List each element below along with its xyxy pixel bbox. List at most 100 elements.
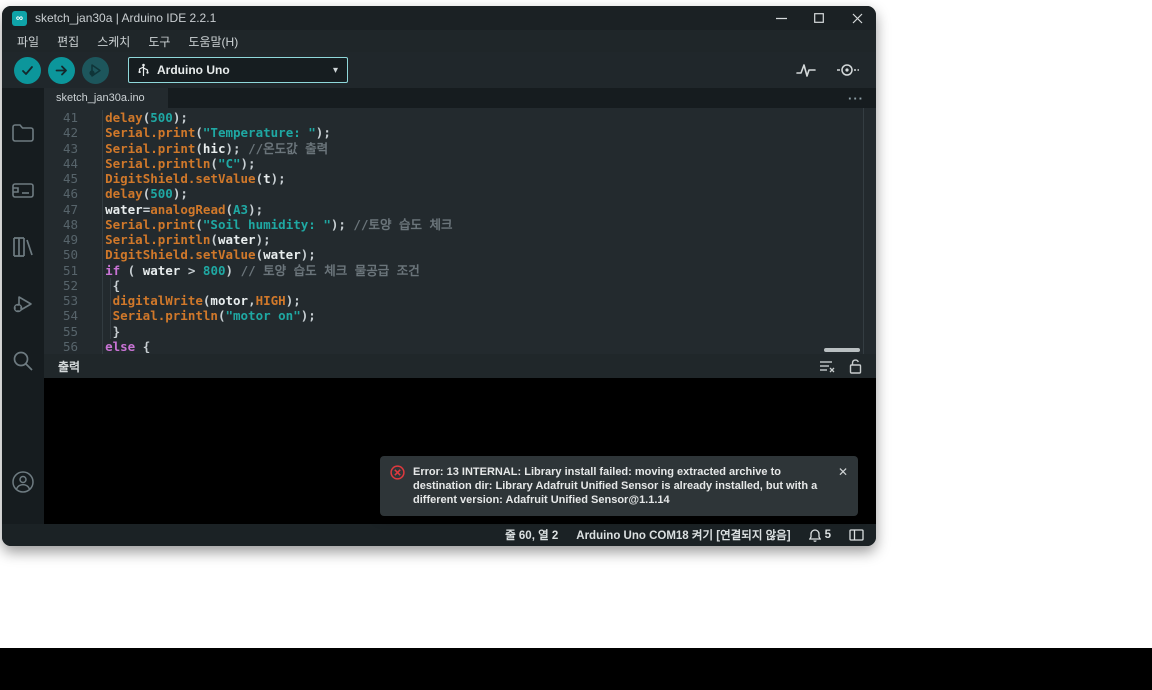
code-line: 46 delay(500); (44, 186, 876, 202)
code-editor[interactable]: 41 delay(500); 42 Serial.print("Temperatu… (44, 108, 876, 354)
toggle-panel-icon[interactable] (849, 529, 864, 541)
menu-file[interactable]: 파일 (8, 33, 48, 50)
line-number: 49 (62, 232, 78, 247)
code-line: 52 { (44, 277, 876, 294)
serial-monitor-icon[interactable] (836, 62, 860, 78)
notifications-badge[interactable]: 5 (808, 528, 831, 542)
menu-bar: 파일 편집 스케치 도구 도움말(H) (2, 30, 876, 52)
clear-output-icon[interactable] (819, 360, 835, 373)
code-text: { (90, 277, 121, 293)
code-text: Serial.print(hic); //온도값 출력 (105, 140, 329, 156)
line-number: 41 (62, 110, 78, 125)
line-number: 52 (62, 277, 78, 293)
library-manager-icon[interactable] (2, 218, 44, 275)
boards-manager-icon[interactable] (2, 161, 44, 218)
activity-sidebar (2, 88, 44, 524)
code-text: digitalWrite(motor,HIGH); (112, 293, 301, 308)
verify-button[interactable] (14, 56, 41, 84)
line-number: 53 (62, 293, 78, 308)
code-line: 43 Serial.print(hic); //온도값 출력 (44, 140, 876, 157)
line-number: 50 (62, 247, 78, 263)
code-text: Serial.println(water); (105, 232, 271, 247)
code-line: 54 Serial.println("motor on"); (44, 308, 876, 324)
code-line: 55 } (44, 323, 876, 340)
code-line: 51 if ( water > 800) // 토양 습도 체크 물공급 조건 (44, 262, 876, 279)
code-line: 47 water=analogRead(A3); (44, 201, 876, 218)
board-port-status[interactable]: Arduino Uno COM18 켜기 [연결되지 않음] (576, 527, 790, 543)
lock-output-icon[interactable] (849, 358, 862, 374)
minimize-button[interactable] (762, 6, 800, 30)
notification-close-icon[interactable]: ✕ (838, 465, 848, 479)
code-text: else { (105, 338, 151, 354)
code-line: 44 Serial.println("C"); (44, 155, 876, 172)
debug-icon (88, 63, 103, 78)
code-line: 53 digitalWrite(motor,HIGH); (44, 293, 876, 309)
code-line: 56 else { (44, 338, 876, 354)
code-text: delay(500); (105, 110, 188, 125)
menu-help[interactable]: 도움말(H) (179, 33, 247, 50)
menu-tools[interactable]: 도구 (139, 33, 179, 50)
menu-edit[interactable]: 편집 (48, 33, 88, 50)
error-circle-icon (390, 465, 405, 480)
chevron-down-icon: ▾ (332, 64, 338, 76)
code-text: Serial.print("Soil humidity: "); //토양 습도… (105, 216, 453, 232)
code-text: DigitShield.setValue(t); (105, 171, 286, 186)
line-number: 44 (62, 155, 78, 171)
selected-board-label: Arduino Uno (157, 63, 230, 77)
code-line: 45 DigitShield.setValue(t); (44, 171, 876, 187)
code-text: Serial.println("C"); (105, 155, 256, 171)
notification-count: 5 (824, 529, 831, 541)
error-message: Error: 13 INTERNAL: Library install fail… (413, 466, 818, 506)
debug-sidebar-icon[interactable] (2, 275, 44, 332)
vertical-scrollbar[interactable] (863, 108, 876, 354)
code-line: 49 Serial.println(water); (44, 232, 876, 248)
code-text: DigitShield.setValue(water); (105, 247, 316, 263)
code-text: } (90, 323, 121, 339)
code-text: delay(500); (105, 186, 188, 202)
code-line: 48 Serial.print("Soil humidity: "); //토양… (44, 216, 876, 233)
cursor-position[interactable]: 줄 60, 열 2 (505, 527, 558, 543)
status-bar: 줄 60, 열 2 Arduino Uno COM18 켜기 [연결되지 않음]… (2, 524, 876, 546)
tab-label: sketch_jan30a.ino (56, 92, 145, 104)
more-actions-icon[interactable]: ··· (848, 91, 876, 106)
menu-sketch[interactable]: 스케치 (88, 33, 139, 50)
line-number: 42 (62, 125, 78, 141)
bottom-black-bar (0, 648, 1152, 690)
code-line: 50 DigitShield.setValue(water); (44, 247, 876, 263)
code-text: Serial.print("Temperature: "); (105, 125, 331, 141)
error-notification: Error: 13 INTERNAL: Library install fail… (380, 456, 858, 516)
upload-button[interactable] (48, 56, 75, 84)
arduino-ide-window: ∞ sketch_jan30a | Arduino IDE 2.2.1 파일 편… (2, 6, 876, 546)
search-icon[interactable] (2, 332, 44, 389)
code-text: if ( water > 800) // 토양 습도 체크 물공급 조건 (105, 262, 420, 278)
code-text: Serial.println("motor on"); (112, 308, 316, 324)
code-lines: 41 delay(500); 42 Serial.print("Temperatu… (44, 110, 876, 354)
line-number: 45 (62, 171, 78, 186)
start-debug-button[interactable] (82, 56, 109, 84)
board-selector[interactable]: Arduino Uno ▾ (128, 57, 348, 83)
tab-bar: sketch_jan30a.ino ··· (44, 88, 876, 108)
line-number: 43 (62, 140, 78, 156)
window-title: sketch_jan30a | Arduino IDE 2.2.1 (35, 11, 217, 25)
sketchbook-folder-icon[interactable] (2, 104, 44, 161)
bell-icon (808, 528, 821, 542)
line-number: 51 (62, 262, 78, 278)
arduino-logo-icon: ∞ (12, 10, 27, 26)
serial-plotter-icon[interactable] (796, 62, 816, 78)
check-icon (21, 64, 34, 77)
usb-icon (138, 63, 149, 77)
line-number: 48 (62, 216, 78, 232)
toolbar: Arduino Uno ▾ (2, 52, 876, 88)
maximize-button[interactable] (800, 6, 838, 30)
horizontal-scrollbar[interactable] (824, 348, 860, 352)
code-text: water=analogRead(A3); (105, 201, 264, 217)
line-number: 46 (62, 186, 78, 202)
output-console[interactable]: Error: 13 INTERNAL: Library install fail… (44, 378, 876, 524)
code-line: 41 delay(500); (44, 110, 876, 126)
output-panel-header: 출력 (44, 354, 876, 378)
title-bar: ∞ sketch_jan30a | Arduino IDE 2.2.1 (2, 6, 876, 30)
close-button[interactable] (838, 6, 876, 30)
line-number: 55 (62, 323, 78, 339)
tab-sketch-ino[interactable]: sketch_jan30a.ino (44, 88, 168, 108)
account-icon[interactable] (2, 453, 44, 510)
